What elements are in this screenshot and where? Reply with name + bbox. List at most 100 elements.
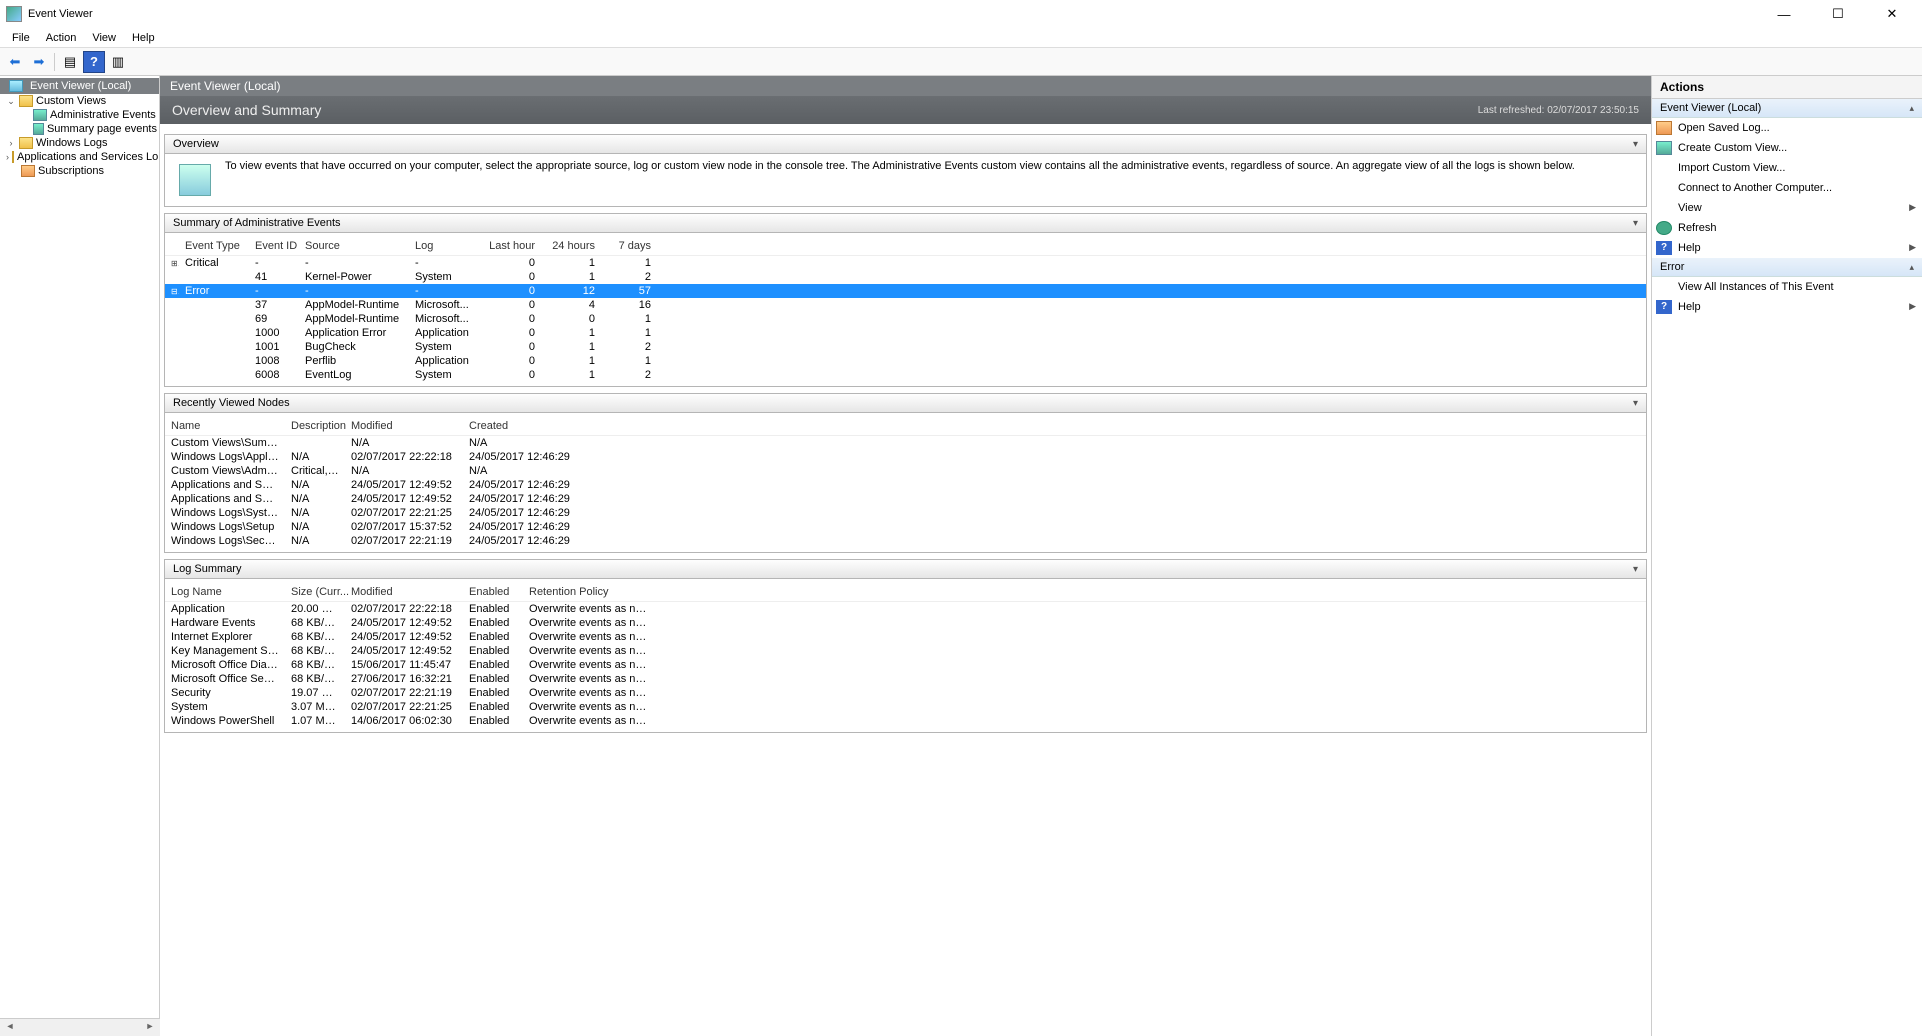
action-connect-to-another-computer[interactable]: Connect to Another Computer... (1652, 178, 1922, 198)
expand-toggle-icon[interactable] (165, 298, 179, 312)
tree-windows-logs[interactable]: › Windows Logs (0, 136, 159, 150)
action-create-custom-view[interactable]: Create Custom View... (1652, 138, 1922, 158)
expand-toggle-icon[interactable] (165, 326, 179, 340)
expand-toggle-icon[interactable] (165, 340, 179, 354)
table-row[interactable]: Windows Logs\Applicati... N/A 02/07/2017… (165, 450, 1646, 464)
col-retention[interactable]: Retention Policy (523, 583, 653, 602)
menu-file[interactable]: File (4, 30, 38, 46)
expand-toggle-icon[interactable]: › (6, 138, 16, 148)
collapse-icon[interactable]: ▾ (1633, 398, 1638, 409)
action-refresh[interactable]: Refresh (1652, 218, 1922, 238)
expand-toggle-icon[interactable] (165, 312, 179, 326)
col-modified[interactable]: Modified (345, 583, 463, 602)
recent-nodes-section-header[interactable]: Recently Viewed Nodes ▾ (164, 393, 1647, 413)
action-open-saved-log[interactable]: Open Saved Log... (1652, 118, 1922, 138)
action-view[interactable]: View▶ (1652, 198, 1922, 218)
col-enabled[interactable]: Enabled (463, 583, 523, 602)
col-7-days[interactable]: 7 days (601, 237, 657, 256)
table-row[interactable]: Windows Logs\System N/A 02/07/2017 22:21… (165, 506, 1646, 520)
table-row[interactable]: Internet Explorer 68 KB/1.0... 24/05/201… (165, 630, 1646, 644)
col-log-name[interactable]: Log Name (165, 583, 285, 602)
collapse-icon[interactable]: ▾ (1633, 218, 1638, 229)
tree-root[interactable]: Event Viewer (Local) (0, 78, 159, 94)
collapse-icon[interactable]: ▾ (1633, 139, 1638, 150)
action-help[interactable]: ?Help▶ (1652, 238, 1922, 258)
table-row[interactable]: Hardware Events 68 KB/20 ... 24/05/2017 … (165, 616, 1646, 630)
scroll-left-icon[interactable]: ◄ (2, 1021, 18, 1035)
overview-section-header[interactable]: Overview ▾ (164, 134, 1647, 154)
col-description[interactable]: Description (285, 417, 345, 436)
menu-view[interactable]: View (84, 30, 124, 46)
show-hide-tree-button[interactable]: ▤ (59, 51, 81, 73)
expand-toggle-icon[interactable] (165, 354, 179, 368)
tree-summary-page-events[interactable]: Summary page events (0, 122, 159, 136)
table-row[interactable]: 1008 Perflib Application 0 1 1 (165, 354, 1646, 368)
col-created[interactable]: Created (463, 417, 581, 436)
table-row[interactable]: 6008 EventLog System 0 1 2 (165, 368, 1646, 382)
export-button[interactable]: ▥ (107, 51, 129, 73)
menu-help[interactable]: Help (124, 30, 163, 46)
table-row[interactable]: ⊟ Error - - - 0 12 57 (165, 284, 1646, 298)
maximize-button[interactable]: ☐ (1820, 4, 1856, 24)
expand-toggle-icon[interactable]: ⌄ (6, 96, 16, 107)
table-row[interactable]: 41 Kernel-Power System 0 1 2 (165, 270, 1646, 284)
table-row[interactable]: Windows PowerShell 1.07 MB/1... 14/06/20… (165, 714, 1646, 728)
table-row[interactable]: Key Management Service 68 KB/20 ... 24/0… (165, 644, 1646, 658)
tree-apps-services-logs[interactable]: › Applications and Services Lo (0, 150, 159, 164)
actions-group-event-viewer[interactable]: Event Viewer (Local) ▴ (1652, 99, 1922, 118)
menu-action[interactable]: Action (38, 30, 85, 46)
refresh-icon (1656, 221, 1672, 235)
table-row[interactable]: Windows Logs\Security N/A 02/07/2017 22:… (165, 534, 1646, 548)
tree-horizontal-scrollbar[interactable]: ◄ ► (0, 1018, 160, 1036)
action-help[interactable]: ?Help▶ (1652, 297, 1922, 317)
col-size[interactable]: Size (Curr... (285, 583, 345, 602)
collapse-icon[interactable]: ▴ (1909, 103, 1914, 114)
close-button[interactable]: ✕ (1874, 4, 1910, 24)
col-source[interactable]: Source (299, 237, 409, 256)
tree-admin-events[interactable]: Administrative Events (0, 108, 159, 122)
expand-toggle-icon[interactable]: › (6, 152, 9, 162)
col-name[interactable]: Name (165, 417, 285, 436)
table-row[interactable]: Applications and Service... N/A 24/05/20… (165, 478, 1646, 492)
expand-toggle-icon[interactable] (165, 270, 179, 284)
log-summary-section-header[interactable]: Log Summary ▾ (164, 559, 1647, 579)
collapse-icon[interactable]: ▴ (1909, 262, 1914, 273)
table-row[interactable]: 1001 BugCheck System 0 1 2 (165, 340, 1646, 354)
minimize-button[interactable]: — (1766, 4, 1802, 24)
collapse-icon[interactable]: ▾ (1633, 564, 1638, 575)
actions-group-error[interactable]: Error ▴ (1652, 258, 1922, 277)
col-last-hour[interactable]: Last hour (481, 237, 541, 256)
table-row[interactable]: Application 20.00 MB/... 02/07/2017 22:2… (165, 602, 1646, 617)
tree-custom-views[interactable]: ⌄ Custom Views (0, 94, 159, 108)
col-event-type[interactable]: Event Type (179, 237, 249, 256)
table-row[interactable]: 1000 Application Error Application 0 1 1 (165, 326, 1646, 340)
col-modified[interactable]: Modified (345, 417, 463, 436)
table-row[interactable]: Applications and Service... N/A 24/05/20… (165, 492, 1646, 506)
back-button[interactable]: ⬅ (4, 51, 26, 73)
table-row[interactable]: 69 AppModel-Runtime Microsoft... 0 0 1 (165, 312, 1646, 326)
table-row[interactable]: ⊞ Critical - - - 0 1 1 (165, 256, 1646, 271)
admin-events-section-header[interactable]: Summary of Administrative Events ▾ (164, 213, 1647, 233)
table-row[interactable]: Microsoft Office Sessions 68 KB/16 ... 2… (165, 672, 1646, 686)
action-view-all-instances-of-this-event[interactable]: View All Instances of This Event (1652, 277, 1922, 297)
col-24-hours[interactable]: 24 hours (541, 237, 601, 256)
action-import-custom-view[interactable]: Import Custom View... (1652, 158, 1922, 178)
forward-button[interactable]: ➡ (28, 51, 50, 73)
help-button[interactable]: ? (83, 51, 105, 73)
col-event-id[interactable]: Event ID (249, 237, 299, 256)
table-row[interactable]: Security 19.07 MB/... 02/07/2017 22:21:1… (165, 686, 1646, 700)
table-row[interactable]: System 3.07 MB/2... 02/07/2017 22:21:25 … (165, 700, 1646, 714)
expand-toggle-icon[interactable]: ⊞ (165, 256, 179, 271)
tree-subscriptions[interactable]: Subscriptions (0, 164, 159, 178)
admin-events-scroll[interactable]: Event Type Event ID Source Log Last hour… (165, 237, 1646, 382)
scroll-right-icon[interactable]: ► (142, 1021, 158, 1035)
col-log[interactable]: Log (409, 237, 481, 256)
expand-toggle-icon[interactable]: ⊟ (165, 284, 179, 298)
table-row[interactable]: Custom Views\Administr... Critical, Er..… (165, 464, 1646, 478)
log-summary-scroll[interactable]: Log Name Size (Curr... Modified Enabled … (165, 583, 1646, 728)
table-row[interactable]: Microsoft Office Diagnosti... 68 KB/16 .… (165, 658, 1646, 672)
expand-toggle-icon[interactable] (165, 368, 179, 382)
table-row[interactable]: Custom Views\Summary... N/A N/A (165, 436, 1646, 451)
table-row[interactable]: 37 AppModel-Runtime Microsoft... 0 4 16 (165, 298, 1646, 312)
table-row[interactable]: Windows Logs\Setup N/A 02/07/2017 15:37:… (165, 520, 1646, 534)
